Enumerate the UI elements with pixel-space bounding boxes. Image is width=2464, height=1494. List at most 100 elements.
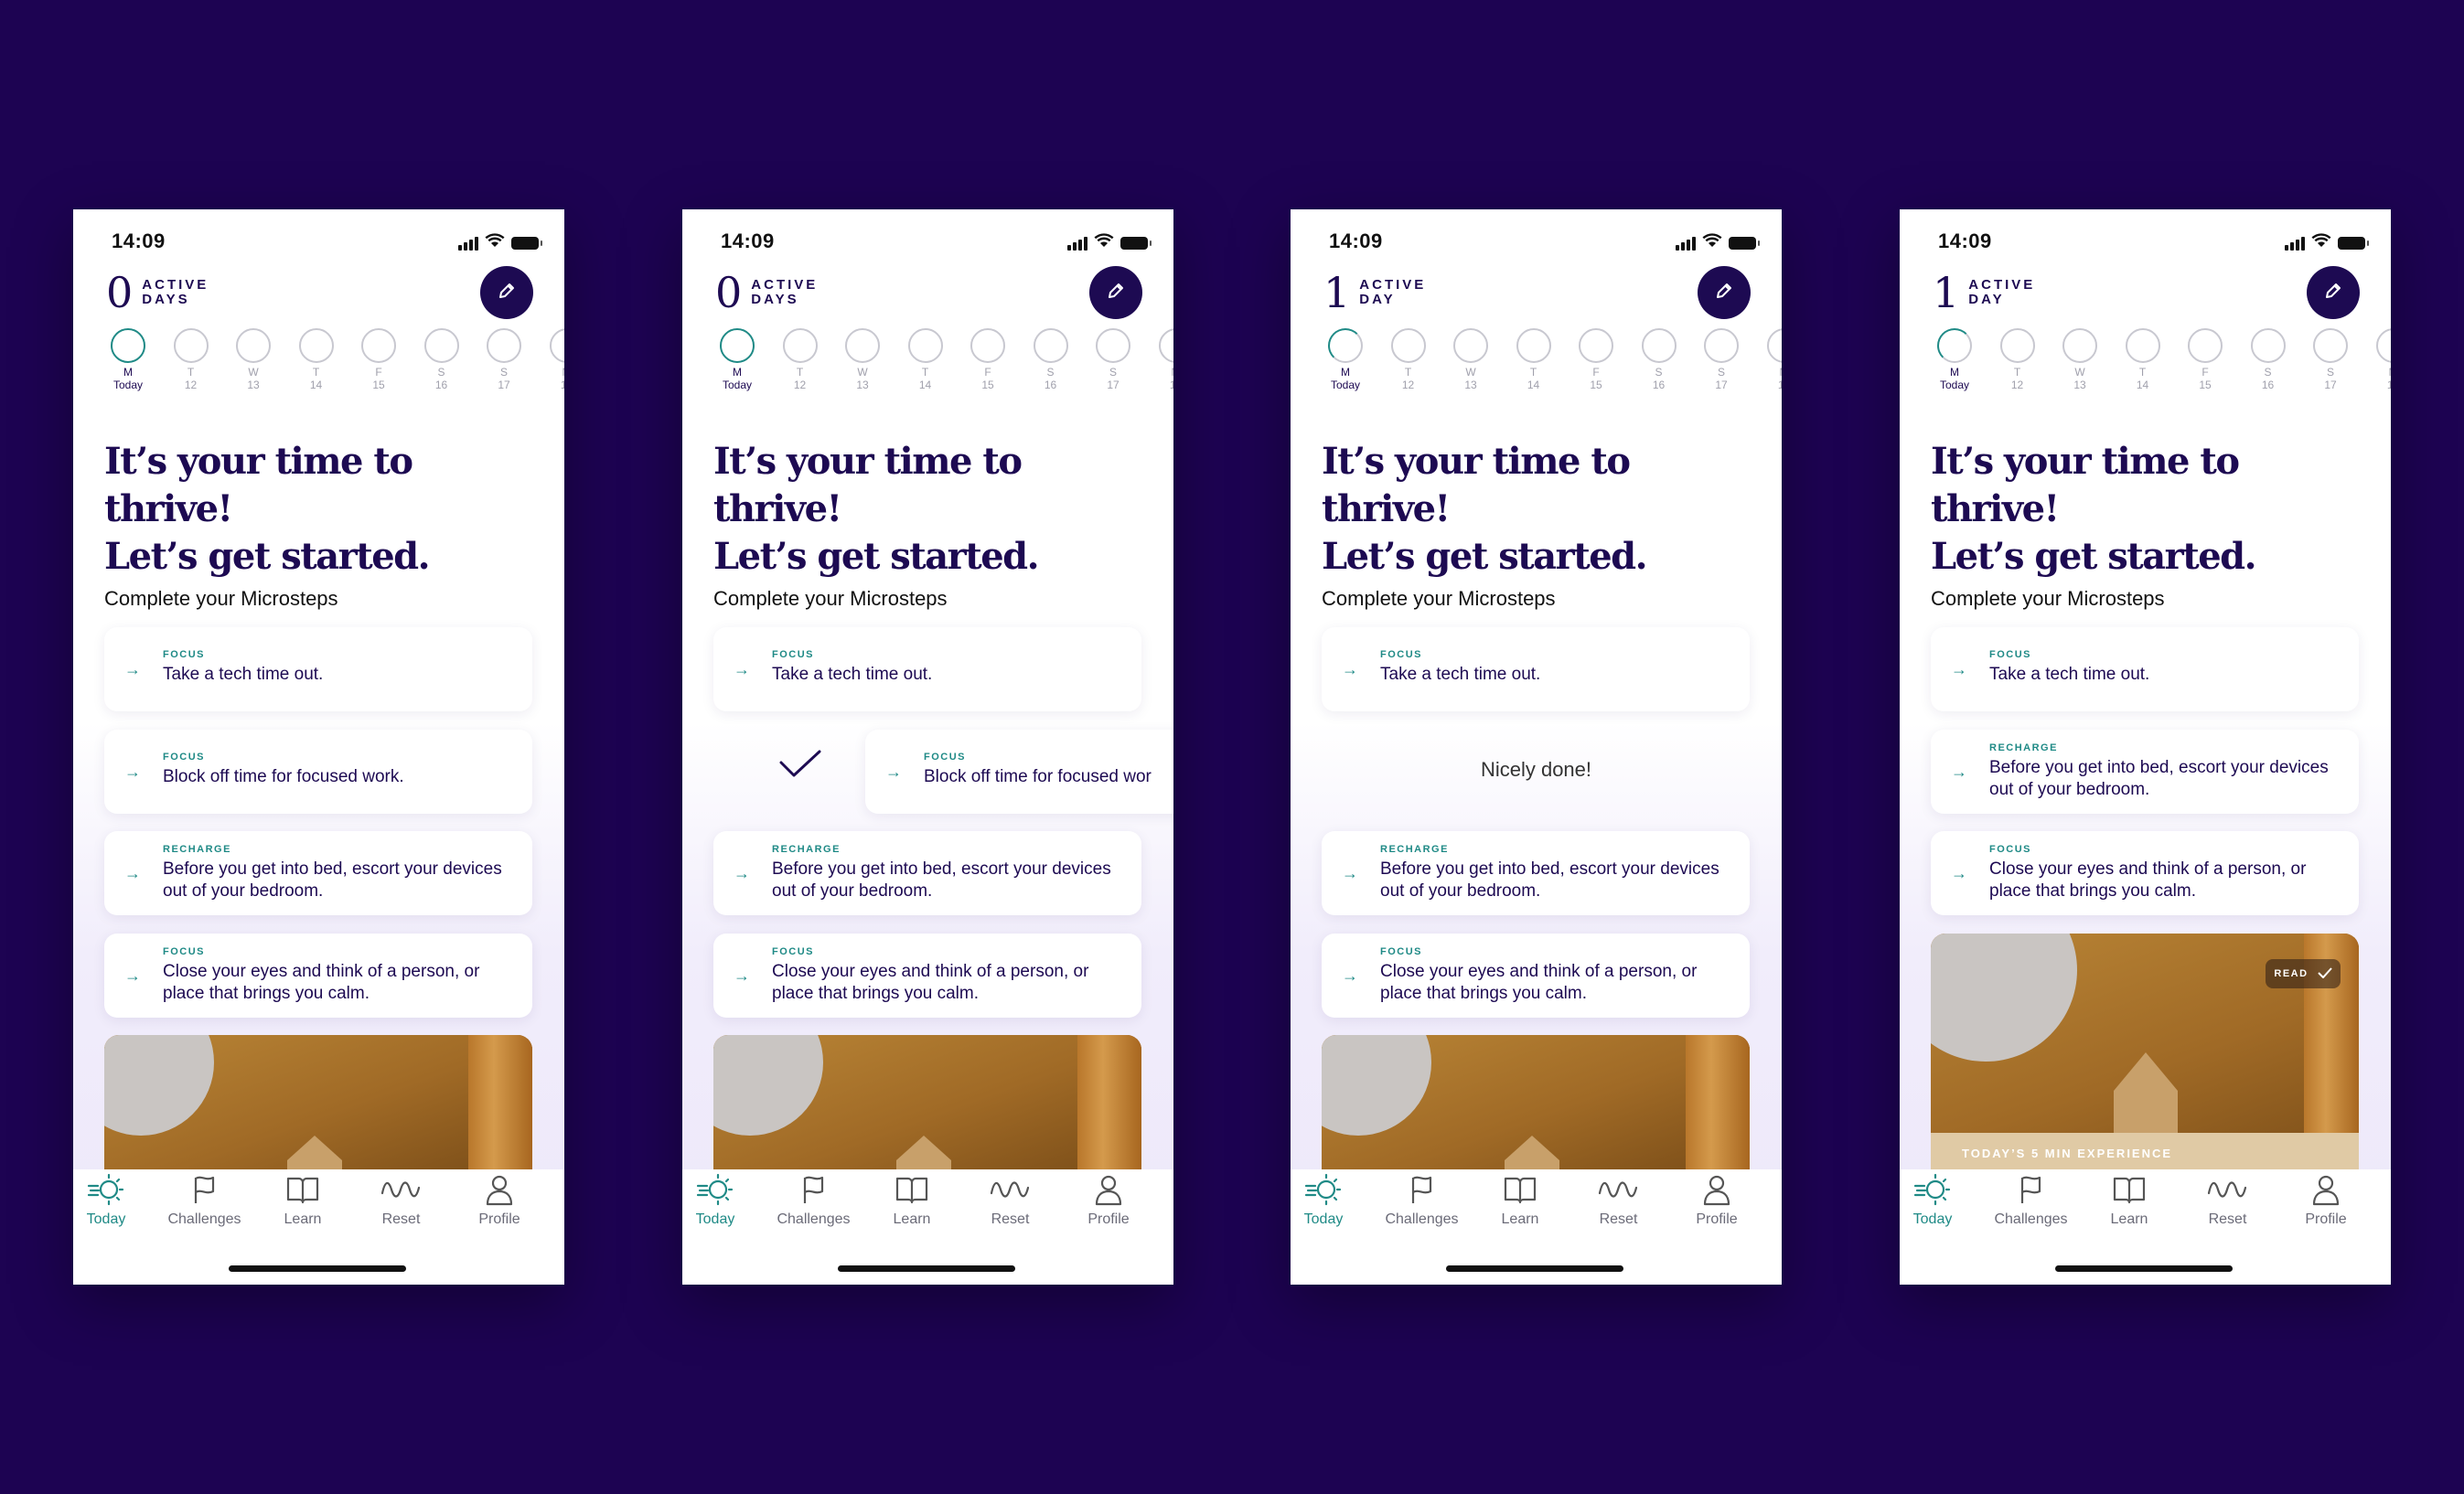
microstep-card[interactable]: → FOCUS Take a tech time out. xyxy=(104,627,532,711)
tab-profile[interactable]: Profile xyxy=(1671,1173,1762,1228)
microstep-card[interactable]: → FOCUS Block off time for focused work. xyxy=(104,730,532,814)
day-item[interactable]: W 13 xyxy=(230,328,277,391)
check-icon xyxy=(2317,966,2332,981)
tab-challenges[interactable]: Challenges xyxy=(768,1173,860,1228)
microstep-card[interactable]: → RECHARGE Before you get into bed, escort… xyxy=(1931,730,2359,814)
active-days-label-line1: ACTIVE xyxy=(1359,277,1427,293)
microstep-card[interactable]: → RECHARGE Before you get into bed, escort… xyxy=(1322,831,1750,915)
day-item[interactable]: S 17 xyxy=(2307,328,2354,391)
day-item[interactable]: T 12 xyxy=(167,328,215,391)
day-item[interactable]: S 17 xyxy=(1089,328,1137,391)
day-item[interactable]: M Today xyxy=(1931,328,1978,391)
day-progress-ring xyxy=(720,328,755,363)
tab-today[interactable]: Today xyxy=(682,1173,761,1228)
tab-challenges[interactable]: Challenges xyxy=(159,1173,251,1228)
day-item[interactable]: W 13 xyxy=(1447,328,1494,391)
day-item[interactable]: M Today xyxy=(713,328,761,391)
day-letter: F xyxy=(1592,366,1600,379)
day-item[interactable]: M Today xyxy=(104,328,152,391)
day-item[interactable]: M Today xyxy=(1322,328,1369,391)
day-item[interactable]: F 15 xyxy=(355,328,402,391)
tab-today[interactable]: Today xyxy=(73,1173,152,1228)
edit-button[interactable] xyxy=(2307,266,2360,319)
tab-profile[interactable]: Profile xyxy=(454,1173,545,1228)
scroll-content[interactable]: 14:091ACTIVEDAYMTodayT12W13T14F15S16S17M… xyxy=(1900,209,2391,1169)
tab-challenges[interactable]: Challenges xyxy=(1377,1173,1468,1228)
tab-today[interactable]: Today xyxy=(1291,1173,1369,1228)
experience-image[interactable]: READ TODAY’S 5 MIN EXPERIENCE xyxy=(1931,934,2359,1169)
scroll-content[interactable]: 14:091ACTIVEDAYMTodayT12W13T14F15S16S17M… xyxy=(1291,209,1782,1169)
day-item[interactable]: T 12 xyxy=(1994,328,2041,391)
tab-profile[interactable]: Profile xyxy=(1063,1173,1154,1228)
active-days-label-line2: DAY xyxy=(1359,292,1396,307)
day-item[interactable]: S 16 xyxy=(418,328,466,391)
sun-icon xyxy=(73,1173,152,1206)
scroll-content[interactable]: 14:09 0 ACTIVE DAYS M Today T 12 W 13 T 14 F 15 S 16 S 17… xyxy=(682,209,1173,1169)
tab-reset[interactable]: Reset xyxy=(1573,1173,1665,1228)
tab-profile[interactable]: Profile xyxy=(2280,1173,2372,1228)
tab-learn[interactable]: Learn xyxy=(1474,1173,1566,1228)
active-days-label-line1: ACTIVE xyxy=(751,277,819,293)
week-strip: MToday T12 W13 T14 F15 S16 S17 M18 xyxy=(104,328,564,401)
day-item[interactable]: M18 xyxy=(1761,328,1782,391)
edit-button[interactable] xyxy=(1089,266,1142,319)
day-progress-ring xyxy=(487,328,521,363)
day-item[interactable]: S 17 xyxy=(480,328,528,391)
microstep-card[interactable]: → FOCUS Close your eyes and think of a per… xyxy=(1931,831,2359,915)
tab-learn[interactable]: Learn xyxy=(866,1173,958,1228)
microstep-card[interactable]: → FOCUS Take a tech time out. xyxy=(1931,627,2359,711)
microstep-card[interactable]: → FOCUS Close your eyes and think of a per… xyxy=(713,934,1141,1018)
experience-image[interactable] xyxy=(1322,1035,1750,1169)
day-letter: T xyxy=(187,366,195,379)
day-item[interactable]: F 15 xyxy=(1572,328,1620,391)
microstep-card[interactable]: → RECHARGE Before you get into bed, escort… xyxy=(104,831,532,915)
microstep-card[interactable]: → FOCUS Block off time for focused wor xyxy=(865,730,1173,814)
microstep-card[interactable]: → FOCUS Take a tech time out. xyxy=(1322,627,1750,711)
tab-reset[interactable]: Reset xyxy=(356,1173,447,1228)
experience-image[interactable] xyxy=(104,1035,532,1169)
day-item[interactable]: T 14 xyxy=(1510,328,1558,391)
edit-button[interactable] xyxy=(1698,266,1751,319)
day-item[interactable]: T 12 xyxy=(1385,328,1432,391)
day-item[interactable]: F 15 xyxy=(2181,328,2229,391)
microstep-card[interactable]: → RECHARGE Before you get into bed, escort… xyxy=(713,831,1141,915)
day-item[interactable]: M18 xyxy=(543,328,564,391)
tab-learn[interactable]: Learn xyxy=(257,1173,348,1228)
read-badge: READ xyxy=(2266,959,2341,988)
tab-reset[interactable]: Reset xyxy=(965,1173,1056,1228)
day-item[interactable]: T 12 xyxy=(777,328,824,391)
day-letter: M xyxy=(1341,366,1350,379)
microstep-card[interactable]: → FOCUS Take a tech time out. xyxy=(713,627,1141,711)
tab-label: Profile xyxy=(2305,1211,2347,1227)
day-date: 12 xyxy=(1401,379,1415,391)
scroll-content[interactable]: 14:09 0 ACTIVE DAYS M Today T 12 W 13 T 14 F 15 S 16 S 17… xyxy=(73,209,564,1169)
day-item[interactable]: S 16 xyxy=(1027,328,1075,391)
microstep-card[interactable]: → FOCUS Close your eyes and think of a per… xyxy=(1322,934,1750,1018)
experience-image[interactable] xyxy=(713,1035,1141,1169)
day-item[interactable]: S 16 xyxy=(1635,328,1683,391)
day-item[interactable]: S 16 xyxy=(2244,328,2292,391)
headline-line2: Let’s get started. xyxy=(713,535,1040,578)
day-item[interactable]: W 13 xyxy=(2056,328,2104,391)
complete-check-icon xyxy=(778,749,822,784)
edit-button[interactable] xyxy=(480,266,533,319)
tab-learn[interactable]: Learn xyxy=(2084,1173,2175,1228)
day-date: 16 xyxy=(434,379,448,391)
day-item[interactable]: S 17 xyxy=(1698,328,1745,391)
microstep-text: Take a tech time out. xyxy=(1989,665,2150,684)
day-item[interactable]: T 14 xyxy=(2119,328,2167,391)
day-letter: S xyxy=(437,366,445,379)
wave-icon xyxy=(965,1173,1056,1206)
microstep-card[interactable]: → FOCUS Close your eyes and think of a per… xyxy=(104,934,532,1018)
day-item[interactable]: M18 xyxy=(1152,328,1173,391)
day-item[interactable]: M18 xyxy=(2370,328,2391,391)
tab-today[interactable]: Today xyxy=(1900,1173,1978,1228)
day-item[interactable]: F 15 xyxy=(964,328,1012,391)
tab-reset[interactable]: Reset xyxy=(2182,1173,2274,1228)
day-item[interactable]: T 14 xyxy=(902,328,949,391)
tab-label: Today xyxy=(695,1211,735,1227)
arrow-right-icon: → xyxy=(734,660,750,678)
day-item[interactable]: W 13 xyxy=(839,328,886,391)
day-item[interactable]: T 14 xyxy=(293,328,340,391)
tab-challenges[interactable]: Challenges xyxy=(1986,1173,2077,1228)
